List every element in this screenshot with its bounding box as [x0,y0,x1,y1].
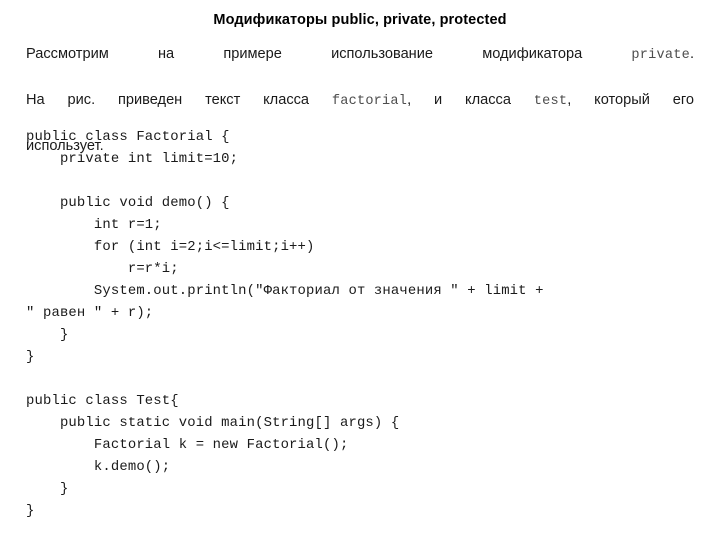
intro-line-1: Рассмотрим на примере использование моди… [26,43,694,89]
intro-line-2-text-before: На рис. приведен текст класса [26,92,332,108]
code-line: public void demo() { [26,195,230,211]
code-line: k.demo(); [26,459,171,475]
code-line: } [26,503,35,519]
code-line: r=r*i; [26,261,179,277]
intro-line-2-text-after: , который его [567,92,694,108]
code-line: int r=1; [26,217,162,233]
intro-line-1-text-after: . [689,46,694,62]
code-line: Factorial k = new Factorial(); [26,437,349,453]
slide-canvas: Модификаторы public, private, protected … [0,0,720,540]
code-line: public class Test{ [26,393,179,409]
inline-code-factorial: factorial [331,94,408,109]
code-line: } [26,349,35,365]
code-line: public static void main(String[] args) { [26,415,400,431]
intro-line-2-text-middle: , и класса [407,92,534,108]
code-line: } [26,327,69,343]
intro-line-1-text-before: Рассмотрим на примере использование моди… [26,46,632,62]
code-line: } [26,481,69,497]
code-listing: public class Factorial { private int lim… [26,126,706,522]
code-line: public class Factorial { [26,129,230,145]
code-line: System.out.println("Факториал от значени… [26,283,544,299]
inline-code-private: private [631,48,690,63]
code-line: " равен " + r); [26,305,154,321]
page-title: Модификаторы public, private, protected [213,12,507,28]
inline-code-test: test [533,94,568,109]
code-line: for (int i=2;i<=limit;i++) [26,239,315,255]
code-line: private int limit=10; [26,151,239,167]
